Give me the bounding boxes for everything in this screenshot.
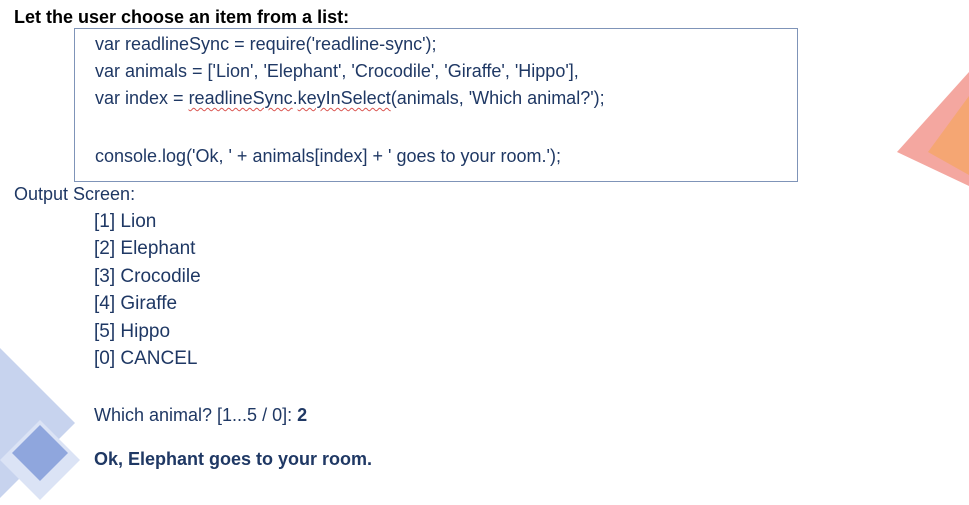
code-line-require: var readlineSync = require('readline-syn… — [95, 34, 437, 54]
spellcheck-word-keyinselect: keyInSelect — [297, 88, 391, 108]
output-option: [4] Giraffe — [94, 293, 178, 314]
output-option: [0] CANCEL — [94, 348, 198, 369]
output-option: [5] Hippo — [94, 321, 171, 342]
code-line-index-prefix: var index = — [95, 88, 189, 108]
output-result: Ok, Elephant goes to your room. — [94, 449, 373, 469]
code-block: var readlineSync = require('readline-syn… — [74, 28, 798, 182]
output-prompt-text: Which animal? [1...5 / 0]: — [94, 405, 298, 425]
code-line-console-log: console.log('Ok, ' + animals[index] + ' … — [95, 146, 561, 166]
code-line-index: var index = readlineSync.keyInSelect(ani… — [95, 87, 605, 109]
code-line-index-suffix: (animals, 'Which animal?'); — [390, 88, 605, 108]
output-screen-title: Output Screen: — [14, 184, 136, 204]
output-option: [3] Crocodile — [94, 266, 201, 287]
output-prompt-answer: 2 — [297, 405, 308, 425]
section-heading: Let the user choose an item from a list: — [14, 7, 350, 27]
output-option: [1] Lion — [94, 211, 157, 232]
output-option: [2] Elephant — [94, 238, 196, 259]
slide: Let the user choose an item from a list:… — [0, 0, 969, 505]
output-prompt: Which animal? [1...5 / 0]: 2 — [94, 404, 307, 426]
code-line-animals: var animals = ['Lion', 'Elephant', 'Croc… — [95, 61, 579, 81]
spellcheck-word-readlinesync: readlineSync — [188, 88, 293, 108]
